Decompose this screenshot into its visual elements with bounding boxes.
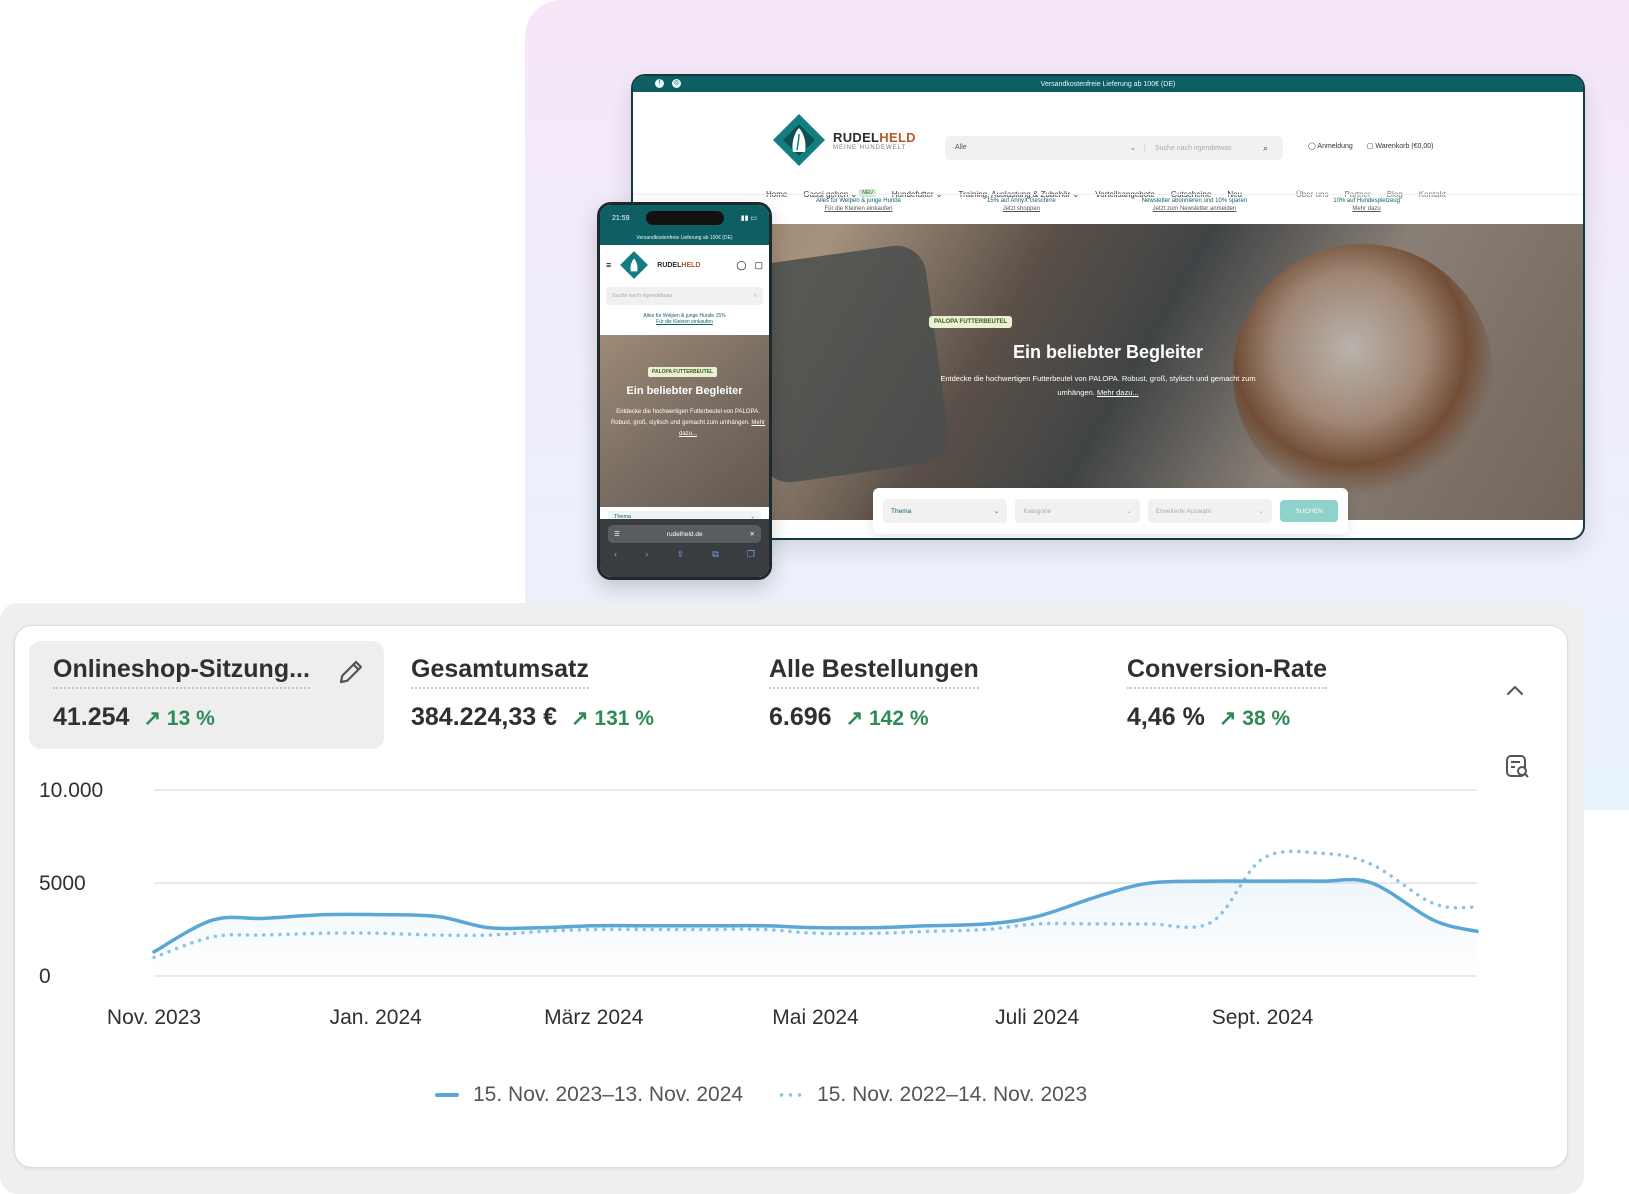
hero-title: Ein beliebter Begleiter	[1012, 342, 1204, 362]
promo-strip: Alles für Welpen & junge Hunde Für die Kl…	[633, 194, 1583, 224]
reader-icon: ☰	[614, 531, 620, 538]
x-tick-label: Nov. 2023	[107, 1006, 201, 1029]
tabs-icon[interactable]: ❐	[747, 549, 755, 560]
metric-total-sales[interactable]: Gesamtumsatz 384.224,33 € ↗ 131 %	[387, 641, 742, 749]
desktop-website-mockup: f ◎ Versandkostenfreie Lieferung ab 100€…	[631, 74, 1585, 540]
brand-subtitle: MEINE HUNDEWELT	[833, 144, 907, 151]
metric-online-store-sessions[interactable]: Onlineshop-Sitzung... 41.254 ↗ 13 %	[29, 641, 384, 749]
brand-name: RUDEL	[833, 129, 880, 145]
search-button[interactable]: SUCHEN	[1279, 500, 1338, 522]
chart-legend: 15. Nov. 2023–13. Nov. 2024 15. Nov. 202…	[435, 1083, 1087, 1107]
dynamic-island	[646, 211, 725, 225]
mobile-website-mockup: 21:59 ▮▮ ▭ Versandkostenfreie Lieferung …	[597, 202, 772, 580]
account-area: ◯ Anmeldung ▢ Warenkorb (€0,00)	[1308, 142, 1434, 150]
x-tick-label: März 2024	[544, 1006, 644, 1029]
promo-item[interactable]: Newsletter abonnieren und 10% sparen Jetz…	[1142, 198, 1247, 221]
legend-solid-swatch	[435, 1093, 459, 1097]
chevron-up-icon[interactable]	[1503, 679, 1527, 703]
hero-link[interactable]: Mehr dazu...	[1097, 388, 1139, 397]
screenshot-canvas: f ◎ Versandkostenfreie Lieferung ab 100€…	[0, 0, 1629, 1194]
mobile-brand-name: RUDELHELD	[657, 261, 701, 269]
brand-name-accent: HELD	[879, 129, 916, 145]
mobile-shipping-banner: Versandkostenfreie Lieferung ab 100€ (DE…	[600, 231, 769, 245]
search-icon[interactable]: ⌕	[1263, 143, 1283, 154]
hero-text: Entdecke die hochwertigen Futterbeutel v…	[940, 374, 1256, 397]
mobile-header: ≡ RUDELHELD ◯ ▢	[600, 245, 769, 285]
hero-badge: PALOPA FUTTERBEUTEL	[929, 316, 1013, 328]
mobile-hero-banner: PALOPA FUTTERBEUTEL Ein beliebter Beglei…	[600, 335, 769, 507]
login-link[interactable]: ◯ Anmeldung	[1308, 142, 1353, 150]
delta-up: ↗ 13 %	[143, 707, 215, 730]
metric-conversion-rate[interactable]: Conversion-Rate 4,46 % ↗ 38 %	[1103, 641, 1458, 749]
filter-thema-select[interactable]: Thema ⌄	[883, 499, 1008, 523]
bookmarks-icon[interactable]: ⧉	[712, 549, 718, 560]
analytics-card: Onlineshop-Sitzung... 41.254 ↗ 13 % Gesa…	[14, 625, 1568, 1168]
legend-previous-period[interactable]: 15. Nov. 2022–14. Nov. 2023	[777, 1083, 1087, 1107]
hero-title: Ein beliebter Begleiter	[626, 385, 743, 397]
x-tick-label: Jan. 2024	[330, 1006, 423, 1029]
chevron-down-icon: ⌄	[1126, 508, 1132, 515]
y-tick-label: 10.000	[39, 779, 103, 802]
mobile-promo[interactable]: Alles für Welpen & junge Hunde 15% Für di…	[600, 313, 769, 335]
x-tick-label: Sept. 2024	[1212, 1006, 1314, 1029]
search-bar: Alle ⌄ Suche nach irgendetwas ⌕	[945, 136, 1283, 160]
shipping-banner: f ◎ Versandkostenfreie Lieferung ab 100€…	[633, 76, 1583, 92]
menu-icon[interactable]: ≡	[606, 260, 611, 270]
share-icon[interactable]: ⇪	[676, 549, 684, 560]
search-icon: ⌕	[753, 292, 757, 299]
sessions-line-chart: 0 5000 10.000 Nov. 2023 Jan. 2024 März 2024 Ma…	[39, 779, 1479, 1029]
account-icon[interactable]: ◯	[736, 260, 746, 271]
product-filter-bar: Thema ⌄ Kategorie ⌄ Erweiterte Auswahl ⌄ SU…	[873, 488, 1348, 534]
delta-up: ↗ 38 %	[1218, 707, 1291, 730]
rudelheld-logo-icon	[773, 114, 825, 166]
close-icon: ✕	[749, 531, 755, 538]
y-tick-label: 0	[39, 965, 51, 988]
url-bar[interactable]: ☰ rudelheld.de ✕	[608, 525, 761, 543]
chevron-down-icon: ⌄	[1258, 508, 1264, 515]
status-time: 21:59	[612, 214, 630, 222]
cart-link[interactable]: ▢ Warenkorb (€0,00)	[1367, 142, 1434, 150]
filter-erweitert-select[interactable]: Erweiterte Auswahl ⌄	[1147, 499, 1272, 523]
x-tick-label: Mai 2024	[772, 1006, 859, 1029]
promo-item[interactable]: Alles für Welpen & junge Hunde Für die Kl…	[816, 198, 901, 221]
rudelheld-logo-icon[interactable]	[619, 250, 649, 280]
filter-kategorie-select[interactable]: Kategorie ⌄	[1015, 499, 1140, 523]
metric-all-orders[interactable]: Alle Bestellungen 6.696 ↗ 142 %	[745, 641, 1100, 749]
delta-up: ↗ 142 %	[845, 707, 929, 730]
chevron-down-icon: ⌄	[993, 508, 1000, 515]
forward-icon[interactable]: ›	[645, 549, 648, 560]
legend-dotted-swatch	[777, 1093, 804, 1097]
legend-current-period[interactable]: 15. Nov. 2023–13. Nov. 2024	[435, 1083, 743, 1107]
site-header: RUDELHELD MEINE HUNDEWELT Alle ⌄ Suche n…	[633, 92, 1583, 199]
search-category-select[interactable]: Alle ⌄	[945, 144, 1145, 152]
signal-battery-icon: ▮▮ ▭	[740, 215, 757, 222]
back-icon[interactable]: ‹	[614, 549, 617, 560]
y-tick-label: 5000	[39, 872, 86, 895]
cart-icon[interactable]: ▢	[754, 260, 763, 271]
phone-status-bar: 21:59 ▮▮ ▭	[600, 205, 769, 231]
hero-banner: PALOPA FUTTERBEUTEL Ein beliebter Beglei…	[633, 224, 1583, 520]
safari-toolbar: ☰ rudelheld.de ✕ ‹ › ⇪ ⧉ ❐	[600, 519, 769, 577]
promo-item[interactable]: 10% auf Hundespielzeug Mehr dazu	[1333, 198, 1400, 221]
brand-logo[interactable]: RUDELHELD MEINE HUNDEWELT	[771, 112, 916, 168]
chevron-down-icon: ⌄	[1130, 145, 1136, 152]
pencil-icon[interactable]	[336, 657, 366, 687]
hero-text: Entdecke die hochwertigen Futterbeutel v…	[610, 409, 766, 437]
promo-item[interactable]: 15% auf AnnyX Geschirre Jetzt shoppen	[987, 198, 1056, 221]
instagram-icon[interactable]: ◎	[672, 79, 681, 88]
search-input[interactable]: Suche nach irgendetwas	[1145, 145, 1263, 152]
x-tick-label: Juli 2024	[995, 1006, 1079, 1029]
mobile-search-input[interactable]: Suche nach irgendetwas ⌕	[606, 287, 763, 305]
facebook-icon[interactable]: f	[655, 79, 664, 88]
hero-badge: PALOPA FUTTERBEUTEL	[648, 367, 718, 377]
delta-up: ↗ 131 %	[570, 707, 654, 730]
